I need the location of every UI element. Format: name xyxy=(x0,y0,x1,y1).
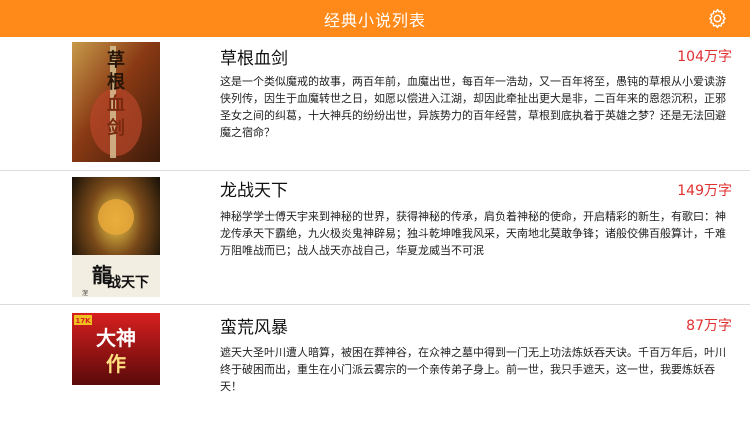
book-description: 遮天大圣叶川遭人暗算，被困在葬神谷，在众神之墓中得到一门无上功法炼妖吞天诀。千百… xyxy=(220,346,726,393)
word-count: 149万字 xyxy=(677,183,732,199)
page-title: 经典小说列表 xyxy=(323,10,426,30)
svg-text:作: 作 xyxy=(106,352,126,376)
book-cover: 草 根 血 剑 xyxy=(72,42,160,162)
navigation-bar: 经典小说列表 xyxy=(0,0,750,37)
gear-icon[interactable] xyxy=(707,8,728,29)
svg-text:战天下: 战天下 xyxy=(107,274,149,291)
svg-text:血: 血 xyxy=(107,93,125,115)
book-title: 龙战天下 xyxy=(220,181,288,201)
svg-text:草: 草 xyxy=(107,49,125,71)
svg-text:大神: 大神 xyxy=(96,326,136,350)
svg-text:剑: 剑 xyxy=(106,117,125,139)
book-cover: 17K 大神 作 xyxy=(72,313,160,385)
book-title: 蛮荒风暴 xyxy=(220,318,288,338)
book-description: 神秘学学士傅天宇来到神秘的世界，获得神秘的传承，肩负着神秘的使命，开启精彩的新生… xyxy=(220,210,726,257)
book-cover: 龍 战天下 涅 xyxy=(72,177,160,297)
book-row[interactable]: 17K 大神 作 蛮荒风暴 87万字 遮天大圣叶川遭人暗算，被困在葬神谷，在众神… xyxy=(0,305,750,438)
svg-text:涅: 涅 xyxy=(82,289,88,297)
word-count: 104万字 xyxy=(677,49,732,65)
book-row[interactable]: 龍 战天下 涅 龙战天下 149万字 神秘学学士傅天宇来到神秘的世界，获得神秘的… xyxy=(0,171,750,305)
svg-text:17K: 17K xyxy=(75,317,91,325)
svg-text:根: 根 xyxy=(107,71,125,93)
book-list: 草 根 血 剑 草根血剑 104万字 这是一个类似魔戒的故事，两百年前，血魔出世… xyxy=(0,37,750,438)
book-description: 这是一个类似魔戒的故事，两百年前，血魔出世，每百年一浩劫，又一百年将至，愚钝的草… xyxy=(220,75,726,139)
word-count: 87万字 xyxy=(686,318,732,334)
book-row[interactable]: 草 根 血 剑 草根血剑 104万字 这是一个类似魔戒的故事，两百年前，血魔出世… xyxy=(0,37,750,171)
book-title: 草根血剑 xyxy=(220,49,288,69)
